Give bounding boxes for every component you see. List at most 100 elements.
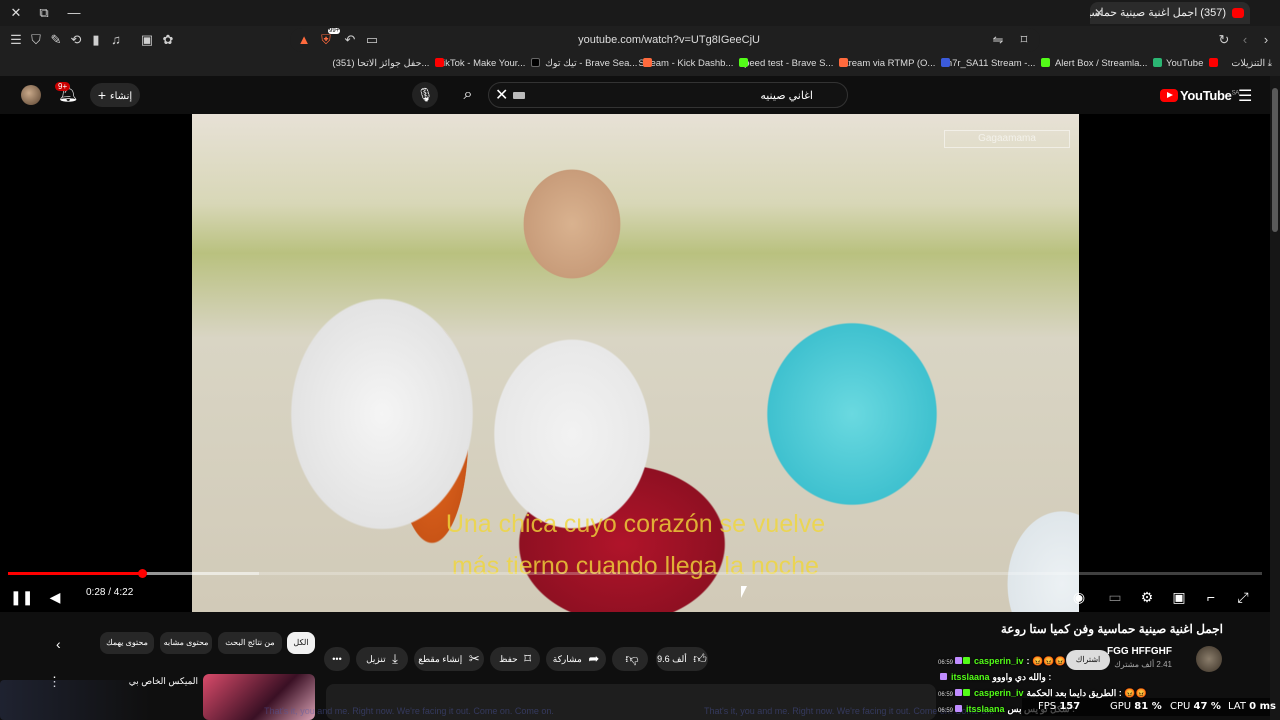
plus-icon: +	[97, 87, 110, 103]
youtube-icon	[1209, 58, 1218, 67]
logo-text: YouTube	[1180, 88, 1232, 103]
window-close-button[interactable]: ✕	[6, 4, 26, 22]
thumbs-down-icon: 👎︎	[625, 651, 639, 666]
menu-icon[interactable]: ☰	[8, 32, 24, 48]
scissors-icon: ✂	[468, 651, 480, 666]
reload-icon[interactable]: ↻	[1216, 32, 1232, 48]
chat-text: : 😡😡😡	[1026, 656, 1066, 666]
subtitles-button[interactable]: ▭	[1104, 586, 1126, 608]
share-label: مشاركة	[552, 654, 582, 664]
bookmark-rtmp[interactable]: Stream via RTMP (O...	[840, 58, 950, 69]
search-query[interactable]: اغاني صينيه	[760, 89, 813, 102]
back-icon[interactable]: ›	[1258, 32, 1274, 48]
keyboard-icon[interactable]	[513, 92, 525, 99]
theater-mode-button[interactable]: ▣	[1168, 586, 1190, 608]
forward-icon[interactable]: ‹	[1237, 32, 1253, 48]
bookmark-downloads[interactable]: التنزيلات ⤓	[1231, 58, 1272, 69]
music-icon[interactable]: ♫	[108, 32, 124, 48]
chip-similar[interactable]: محتوى مشابه	[160, 632, 212, 654]
folder-icon: ⤓	[1267, 58, 1272, 69]
tab-strip: ✕ ⧉ — + ✕ (357) اجمل اغنية صينية حماسية	[0, 0, 1280, 26]
fullscreen-icon: ⤢	[1237, 589, 1249, 605]
tiktok-icon	[531, 58, 540, 67]
streamlabs-icon	[1153, 58, 1162, 67]
settings-button[interactable]: ⚙	[1136, 586, 1158, 608]
bookmark-kick-dashboard[interactable]: Stream - Kick Dashb...	[638, 58, 748, 69]
more-actions-button[interactable]: •••	[324, 647, 350, 671]
voice-search-icon[interactable]: 🎙︎	[412, 82, 438, 108]
search-input[interactable]: ✕ اغاني صينيه	[488, 82, 848, 108]
clip-button[interactable]: إنشاء مقطع ✂	[414, 647, 484, 671]
url-text[interactable]: youtube.com/watch?v=UTg8IGeeCjU	[578, 34, 760, 46]
brave-rewards-icon[interactable]: ▲	[296, 32, 312, 48]
chevron-left-icon[interactable]: ‹	[56, 636, 61, 652]
bookmark-tiktok-search[interactable]: تيك توك - Brave Sea...	[545, 58, 652, 69]
bookmark-awards[interactable]: (351) حفل جوائز الاتحا...	[332, 58, 444, 69]
reload-site-icon[interactable]: ↶	[342, 32, 358, 48]
cast-icon[interactable]: ▭	[364, 32, 380, 48]
browser-tab-active[interactable]: ✕ (357) اجمل اغنية صينية حماسية	[1090, 2, 1250, 24]
bookmark-tiktok[interactable]: TikTok - Make Your...	[438, 58, 540, 69]
progress-bar[interactable]	[8, 569, 1262, 578]
pause-button[interactable]: ❚❚	[10, 586, 33, 608]
sidebar-icon[interactable]: ▮	[88, 32, 104, 48]
bookmarks-bar: التنزيلات ⤓ YouTube Alert Box / Streamla…	[0, 54, 1280, 74]
volume-button[interactable]: ◀︎	[44, 586, 66, 608]
like-button[interactable]: 9.6 ألف 👍︎	[656, 647, 708, 671]
extensions-icon[interactable]: ✿	[160, 32, 176, 48]
scrollbar-thumb[interactable]	[1272, 88, 1278, 232]
fullscreen-button[interactable]: ⤢	[1232, 586, 1254, 608]
window-maximize-button[interactable]: ⧉	[34, 4, 54, 22]
fps-stat: FPS 157	[1038, 701, 1081, 712]
youtube-logo[interactable]: YouTubeSA	[1160, 88, 1239, 103]
save-label: حفظ	[499, 654, 518, 664]
chip-from-search[interactable]: من نتائج البحث	[218, 632, 282, 654]
create-button[interactable]: + إنشاء	[90, 83, 140, 107]
mouse-cursor-icon	[741, 586, 747, 598]
autoplay-toggle[interactable]: ◉	[1068, 586, 1090, 608]
chip-for-you[interactable]: محتوى يهمك	[100, 632, 154, 654]
guide-menu-icon[interactable]: ☰	[1238, 86, 1252, 106]
chat-message: itsslaana والله دي واووو :	[938, 672, 1051, 683]
download-button[interactable]: تنزيل ⤓	[356, 647, 408, 671]
puzzle-icon[interactable]: ✎	[48, 32, 64, 48]
verified-icon	[963, 657, 971, 664]
youtube-header: 🔔︎ 9+ + إنشاء 🎙︎ ⌕ ✕ اغاني صينيه YouTube…	[0, 76, 1280, 114]
kick-icon	[739, 58, 748, 67]
bookmark-alert-box[interactable]: Alert Box / Streamla...	[1055, 58, 1162, 69]
page-scrollbar[interactable]	[1270, 76, 1280, 720]
verified-icon	[963, 689, 971, 696]
brave-shields-icon[interactable]: ⛨	[318, 32, 334, 48]
avatar[interactable]	[21, 85, 41, 105]
create-label: إنشاء	[109, 91, 133, 102]
chat-time: 06:59	[938, 708, 954, 714]
save-button[interactable]: حفظ ⌑	[490, 647, 540, 671]
wallet-icon[interactable]: ▣	[139, 32, 155, 48]
shield-icon[interactable]: ⛉	[28, 32, 44, 48]
video-player[interactable]: Gagaamama Una chica cuyo corazón se vuel…	[0, 114, 1270, 612]
cast-button[interactable]: ⌐	[1200, 586, 1222, 608]
tab-close-button[interactable]: ✕	[1094, 2, 1104, 24]
bookmark-icon[interactable]: ⌑	[1016, 32, 1032, 48]
ticker-text-1: That's it, you and me. Right now. We're …	[264, 706, 554, 716]
subtitle-line-2: más tierno cuando llega la noche	[452, 552, 819, 580]
search-icon[interactable]: ⌕	[448, 82, 488, 108]
chat-time: 06:59	[938, 660, 954, 666]
chat-text: والله دي واووو :	[992, 672, 1052, 682]
scrubber-handle[interactable]	[138, 569, 148, 578]
chip-all[interactable]: الكل	[287, 632, 315, 654]
bookmark-youtube[interactable]: YouTube	[1166, 58, 1218, 69]
address-bar[interactable]: ▲ ⛨ 99+ ↶ ▭ youtube.com/watch?v=UTg8IGee…	[290, 28, 1040, 52]
bookmark-speedtest[interactable]: speed test - Brave S...	[739, 58, 848, 69]
bookmark-kick-stream[interactable]: n7r_SA11 Stream -...	[947, 58, 1050, 69]
chat-user: casperin_iv	[974, 688, 1024, 698]
related-chips: ‹ محتوى يهمك محتوى مشابه من نتائج البحث …	[0, 632, 320, 658]
history-icon[interactable]: ⟲	[68, 32, 84, 48]
download-label: تنزيل	[366, 654, 386, 664]
site-settings-icon[interactable]: ⇋	[990, 32, 1006, 48]
clear-search-icon[interactable]: ✕	[495, 85, 508, 105]
window-minimize-button[interactable]: —	[64, 4, 84, 22]
dislike-button[interactable]: 👎︎	[612, 647, 648, 671]
share-button[interactable]: مشاركة ➦	[546, 647, 606, 671]
captions-icon: ▭	[1108, 589, 1122, 605]
